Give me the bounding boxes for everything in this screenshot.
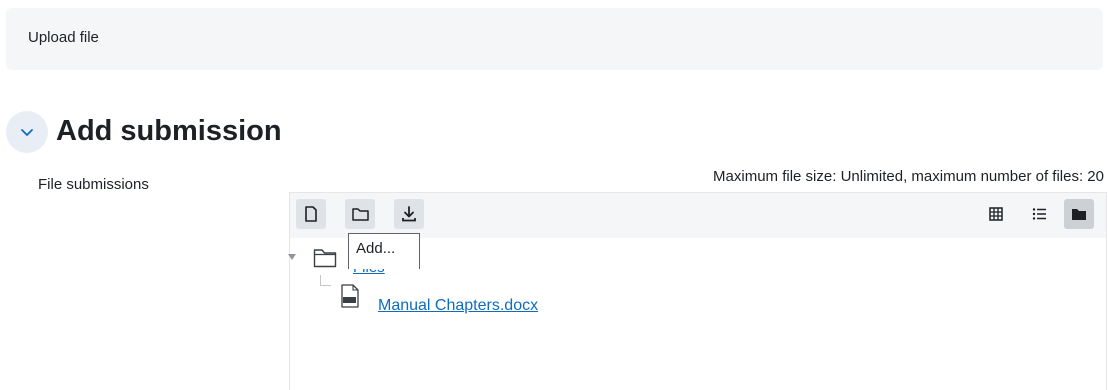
list-view-button[interactable] — [1024, 199, 1054, 229]
file-submissions-label: File submissions — [38, 176, 149, 193]
grid-view-button[interactable] — [981, 199, 1011, 229]
tree-view-button[interactable] — [1064, 199, 1094, 229]
banner-text: Upload file — [28, 29, 99, 46]
add-file-icon — [305, 206, 317, 222]
tree-connector — [320, 275, 331, 286]
download-all-button[interactable] — [394, 199, 424, 229]
chevron-down-icon — [21, 129, 33, 136]
file-manager: Files Manual Chapters.docx Add... — [288, 192, 1107, 390]
add-file-button[interactable] — [296, 199, 326, 229]
grid-view-icon — [989, 207, 1003, 221]
create-folder-icon — [351, 208, 369, 221]
docx-file-icon[interactable] — [340, 284, 360, 308]
file-link[interactable]: Manual Chapters.docx — [378, 297, 538, 315]
download-icon — [402, 206, 416, 222]
tree-view-icon — [1072, 208, 1086, 220]
create-folder-button[interactable] — [345, 199, 375, 229]
file-limits-text: Maximum file size: Unlimited, maximum nu… — [713, 168, 1104, 185]
add-tooltip: Add... — [348, 233, 420, 269]
tree-expand-icon[interactable] — [288, 254, 296, 260]
file-manager-toolbar — [290, 193, 1106, 238]
section-title: Add submission — [56, 115, 282, 147]
top-banner: Upload file — [6, 8, 1103, 70]
collapse-toggle-button[interactable] — [6, 111, 48, 153]
folder-icon[interactable] — [313, 248, 337, 268]
tooltip-text: Add... — [356, 240, 396, 257]
list-view-icon — [1032, 208, 1046, 220]
